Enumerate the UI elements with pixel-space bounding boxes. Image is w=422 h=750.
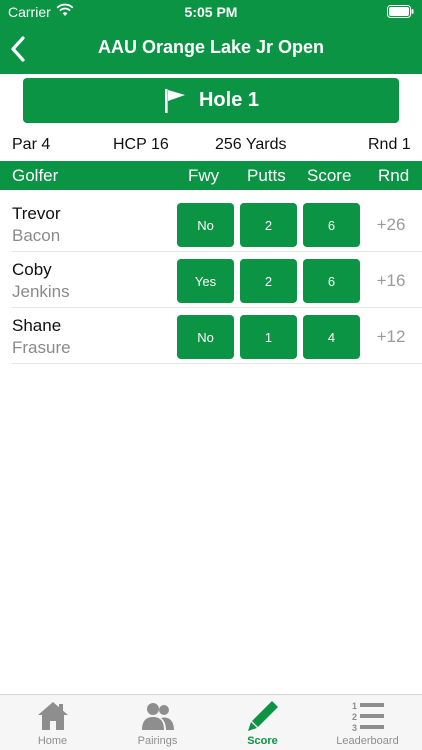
tab-bar: Home Pairings Score 1 2 3 Leaderboard xyxy=(0,694,422,750)
nav-bar: AAU Orange Lake Jr Open xyxy=(0,26,422,72)
svg-text:3: 3 xyxy=(352,723,357,733)
score-button[interactable]: 4 xyxy=(303,315,360,359)
table-row: Trevor Bacon No 2 6 +26 xyxy=(0,196,422,252)
status-time: 5:05 PM xyxy=(184,4,238,20)
hole-info-row: Par 4 HCP 16 256 Yards Rnd 1 xyxy=(0,136,422,156)
svg-text:2: 2 xyxy=(352,712,357,722)
header-rnd: Rnd xyxy=(378,166,410,185)
pencil-icon xyxy=(248,701,278,731)
home-icon xyxy=(38,702,68,730)
player-last-name: Frasure xyxy=(12,338,71,357)
player-first-name: Trevor xyxy=(12,204,61,223)
svg-text:1: 1 xyxy=(352,701,357,711)
status-bar: Carrier 5:05 PM xyxy=(0,0,422,24)
tab-score-label: Score xyxy=(247,735,278,747)
hole-label: Hole 1 xyxy=(198,89,260,111)
flag-icon xyxy=(164,88,185,113)
list-icon: 1 2 3 xyxy=(352,701,384,733)
tab-home-label: Home xyxy=(37,735,68,747)
tab-leaderboard[interactable]: 1 2 3 Leaderboard xyxy=(315,695,420,750)
table-header: Golfer Fwy Putts Score Rnd xyxy=(0,161,422,190)
player-last-name: Bacon xyxy=(12,226,61,245)
fairway-button[interactable]: No xyxy=(177,203,234,247)
round-total: +26 xyxy=(376,215,406,234)
score-button[interactable]: 6 xyxy=(303,259,360,303)
header-putts: Putts xyxy=(247,166,286,185)
hcp-label: HCP 16 xyxy=(113,136,169,153)
round-total: +12 xyxy=(376,327,406,346)
table-row: Coby Jenkins Yes 2 6 +16 xyxy=(0,252,422,308)
fairway-button[interactable]: No xyxy=(177,315,234,359)
fairway-button[interactable]: Yes xyxy=(177,259,234,303)
par-label: Par 4 xyxy=(12,136,51,153)
players-list: Trevor Bacon No 2 6 +26 Coby Jenkins Yes… xyxy=(0,196,422,364)
hole-selector-button[interactable]: Hole 1 xyxy=(23,78,399,123)
putts-button[interactable]: 1 xyxy=(240,315,297,359)
tab-score[interactable]: Score xyxy=(210,695,315,750)
score-button[interactable]: 6 xyxy=(303,203,360,247)
table-row: Shane Frasure No 1 4 +12 xyxy=(0,308,422,364)
tab-leaderboard-label: Leaderboard xyxy=(336,735,399,747)
player-first-name: Coby xyxy=(12,260,52,279)
tab-pairings[interactable]: Pairings xyxy=(105,695,210,750)
yards-label: 256 Yards xyxy=(215,136,287,153)
round-label: Rnd 1 xyxy=(368,136,411,153)
header-score: Score xyxy=(307,166,352,185)
header-fwy: Fwy xyxy=(188,166,220,185)
people-icon xyxy=(142,703,174,730)
player-first-name: Shane xyxy=(12,316,62,335)
tab-pairings-label: Pairings xyxy=(137,735,178,747)
header-golfer: Golfer xyxy=(12,166,59,185)
putts-button[interactable]: 2 xyxy=(240,203,297,247)
round-total: +16 xyxy=(376,271,406,290)
battery-icon xyxy=(387,5,414,18)
tab-home[interactable]: Home xyxy=(0,695,105,750)
player-last-name: Jenkins xyxy=(12,282,70,301)
putts-button[interactable]: 2 xyxy=(240,259,297,303)
top-bar: Carrier 5:05 PM AAU Orange Lake Jr Open xyxy=(0,0,422,74)
page-title: AAU Orange Lake Jr Open xyxy=(97,37,325,57)
